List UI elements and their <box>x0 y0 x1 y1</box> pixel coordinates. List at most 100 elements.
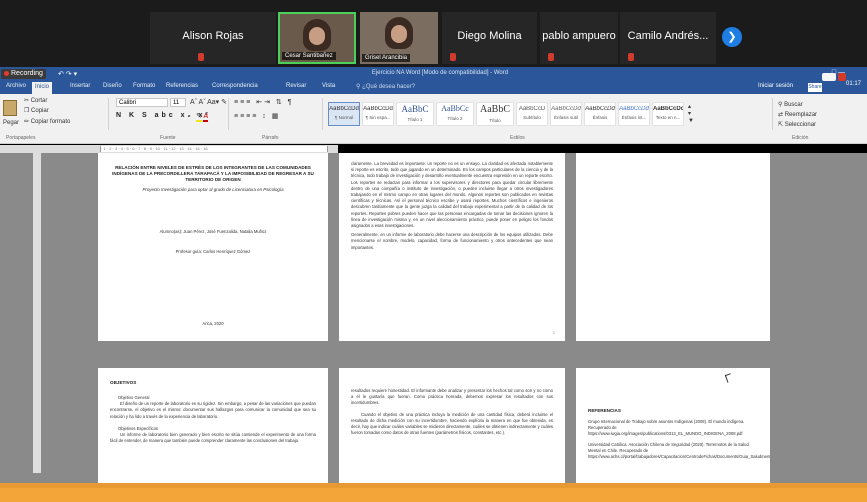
cut-button[interactable]: ✂ Cortar <box>24 97 47 104</box>
style-emphasis[interactable]: AaBbCcDd Énfasis <box>584 102 616 126</box>
font-name-select[interactable]: Calibri <box>116 98 168 107</box>
style-name: ¶ Normal <box>334 115 354 120</box>
style-heading-2[interactable]: AaBbCc Título 2 <box>436 102 474 126</box>
document-canvas[interactable]: RELACIÓN ENTRE NIVELES DE ESTRÉS DE LOS … <box>0 153 867 483</box>
title-bar: Recording ↶ ↷ ▾ Ejercicio NA Word [Modo … <box>0 67 867 81</box>
horizontal-ruler[interactable]: · 1 · 2 · 3 · 4 · 5 · 6 · 7 · 8 · 9 · 10… <box>0 145 338 153</box>
participant-face <box>385 17 413 49</box>
stop-share-icon[interactable] <box>838 73 846 81</box>
vertical-ruler[interactable] <box>33 153 41 473</box>
mic-off-icon <box>628 53 634 61</box>
quick-access-toolbar[interactable]: ↶ ↷ ▾ <box>58 70 77 78</box>
document-page[interactable]: REFERENCIAS Grupo Internacional de Traba… <box>576 368 770 483</box>
select-label: Seleccionar <box>784 122 817 128</box>
ribbon-home: Pegar ✂ Cortar ❐ Copiar ✏ Copiar formato… <box>0 94 867 144</box>
style-sample: AaBbC <box>401 104 429 114</box>
style-intense-emphasis[interactable]: AaBbCcDd Énfasis int... <box>618 102 650 126</box>
style-name: ¶ Sin espa... <box>365 115 391 120</box>
style-name: Título 1 <box>407 117 423 122</box>
tab-diseno[interactable]: Diseño <box>103 83 122 89</box>
reference-item: Grupo Internacional de Trabajo sobre asu… <box>588 419 745 437</box>
style-title[interactable]: AaBbC Título <box>476 102 514 126</box>
participant-tile[interactable]: pablo ampuero <box>540 12 618 64</box>
participant-tile[interactable]: Alison Rojas <box>150 12 276 64</box>
recording-label: Recording <box>11 70 43 77</box>
general-objective-text: El diseño de un reporte de laboratorio e… <box>110 401 316 419</box>
tell-me-search[interactable]: ⚲ ¿Qué desea hacer? <box>356 83 415 90</box>
participant-video-active[interactable]: Cesar Santibañez <box>278 12 356 64</box>
format-painter-button[interactable]: ✏ Copiar formato <box>24 118 70 125</box>
participant-video-name: Cesar Santibañez <box>282 52 336 60</box>
tab-archivo[interactable]: Archivo <box>6 83 26 89</box>
group-label-font: Fuente <box>160 135 176 141</box>
style-sample: AaBbCcDc <box>653 106 683 112</box>
style-name: Subtítulo <box>523 115 541 120</box>
font-size-select[interactable]: 11 <box>170 98 186 107</box>
share-button[interactable]: Share <box>808 83 822 92</box>
participant-name: Diego Molina <box>457 30 522 42</box>
list-buttons[interactable]: ≡≡≡ ⇤⇥ ⇅ ¶ <box>234 98 293 106</box>
find-label: Buscar <box>784 102 803 108</box>
recording-indicator[interactable]: Recording <box>1 69 46 79</box>
document-title: Ejercicio NA Word [Modo de compatibilida… <box>371 70 509 76</box>
style-sample: AaBbC <box>480 104 510 115</box>
select-button[interactable]: ⇱ Seleccionar <box>778 120 817 130</box>
chevron-right-icon: ❯ <box>727 31 737 43</box>
participant-video-name: Grisel Arancibia <box>362 54 411 62</box>
ruler-scale: · 1 · 2 · 3 · 4 · 5 · 6 · 7 · 8 · 9 · 10… <box>100 146 328 152</box>
style-sample: AaBbCcDd <box>551 106 581 112</box>
format-painter-label: Copiar formato <box>30 119 71 125</box>
sign-in-link[interactable]: Iniciar sesión <box>758 83 793 89</box>
paste-icon[interactable] <box>3 100 17 116</box>
cover-year: Arica, 2020 <box>202 321 224 326</box>
style-heading-1[interactable]: AaBbC Título 1 <box>396 102 434 126</box>
font-grow-shrink[interactable]: Aˆ Aˇ Aa▾ ✎ <box>190 98 227 106</box>
style-sample: AaBbCcDd <box>619 106 649 112</box>
next-participants-button[interactable]: ❯ <box>722 27 742 47</box>
document-page[interactable]: resultados requiere honestidad. El infor… <box>339 368 565 483</box>
replace-button[interactable]: ⇄ Reemplazar <box>778 110 817 120</box>
document-page[interactable] <box>576 153 770 341</box>
cover-title: RELACIÓN ENTRE NIVELES DE ESTRÉS DE LOS … <box>112 165 314 182</box>
document-page[interactable]: claramente. La brevedad es importante: u… <box>339 153 565 341</box>
tab-vista[interactable]: Vista <box>322 83 335 89</box>
highlight-fontcolor[interactable]: ✎ A <box>196 112 209 122</box>
tab-inicio[interactable]: Inicio <box>32 82 53 94</box>
tab-insertar[interactable]: Insertar <box>70 83 90 89</box>
references-heading: REFERENCIAS <box>588 408 621 413</box>
group-label-styles: Estilos <box>510 135 525 141</box>
style-name: Énfasis int... <box>621 115 647 120</box>
group-label-paragraph: Párrafo <box>262 135 279 141</box>
style-name: Énfasis <box>592 115 608 120</box>
replace-icon: ⇄ <box>778 112 785 118</box>
highlight-icon: ✎ <box>196 113 202 122</box>
screen-share-control[interactable] <box>822 73 836 81</box>
style-subtle-emphasis[interactable]: AaBbCcDd Énfasis sutil <box>550 102 582 126</box>
participant-tile[interactable]: Camilo Andrés... <box>620 12 716 64</box>
mic-off-icon <box>548 53 554 61</box>
style-name: Título <box>489 118 501 123</box>
document-page[interactable]: RELACIÓN ENTRE NIVELES DE ESTRÉS DE LOS … <box>98 153 328 341</box>
cut-label: Cortar <box>30 98 48 104</box>
find-button[interactable]: ⚲ Buscar <box>778 100 817 110</box>
page-number: 2 <box>552 330 555 335</box>
tab-formato[interactable]: Formato <box>133 83 155 89</box>
tab-revisar[interactable]: Revisar <box>286 83 306 89</box>
video-strip: Alison Rojas Cesar Santibañez Grisel Ara… <box>0 0 867 67</box>
styles-scroll[interactable]: ▴ ▾ ▼ <box>688 104 694 125</box>
group-label-editing: Edición <box>792 135 809 141</box>
participant-video[interactable]: Grisel Arancibia <box>360 12 438 64</box>
style-subtitle[interactable]: AaBbCcD Subtítulo <box>516 102 548 126</box>
paste-button[interactable]: Pegar <box>3 120 19 126</box>
brush-icon: ✏ <box>24 119 31 125</box>
alignment-buttons[interactable]: ≡≡≡≡ ↕ ▦ <box>234 112 280 120</box>
document-page[interactable]: OBJETIVOS Objetivo General El diseño de … <box>98 368 328 483</box>
participant-name: Alison Rojas <box>182 30 244 42</box>
tab-referencias[interactable]: Referencias <box>166 83 198 89</box>
participant-tile[interactable]: Diego Molina <box>442 12 537 64</box>
style-strong[interactable]: AaBbCcDc Texto en n... <box>652 102 684 126</box>
style-normal[interactable]: AaBbCcDd ¶ Normal <box>328 102 360 126</box>
style-no-spacing[interactable]: AaBbCcDd ¶ Sin espa... <box>362 102 394 126</box>
copy-button[interactable]: ❐ Copiar <box>24 107 49 114</box>
tab-correspondencia[interactable]: Correspondencia <box>212 83 258 89</box>
